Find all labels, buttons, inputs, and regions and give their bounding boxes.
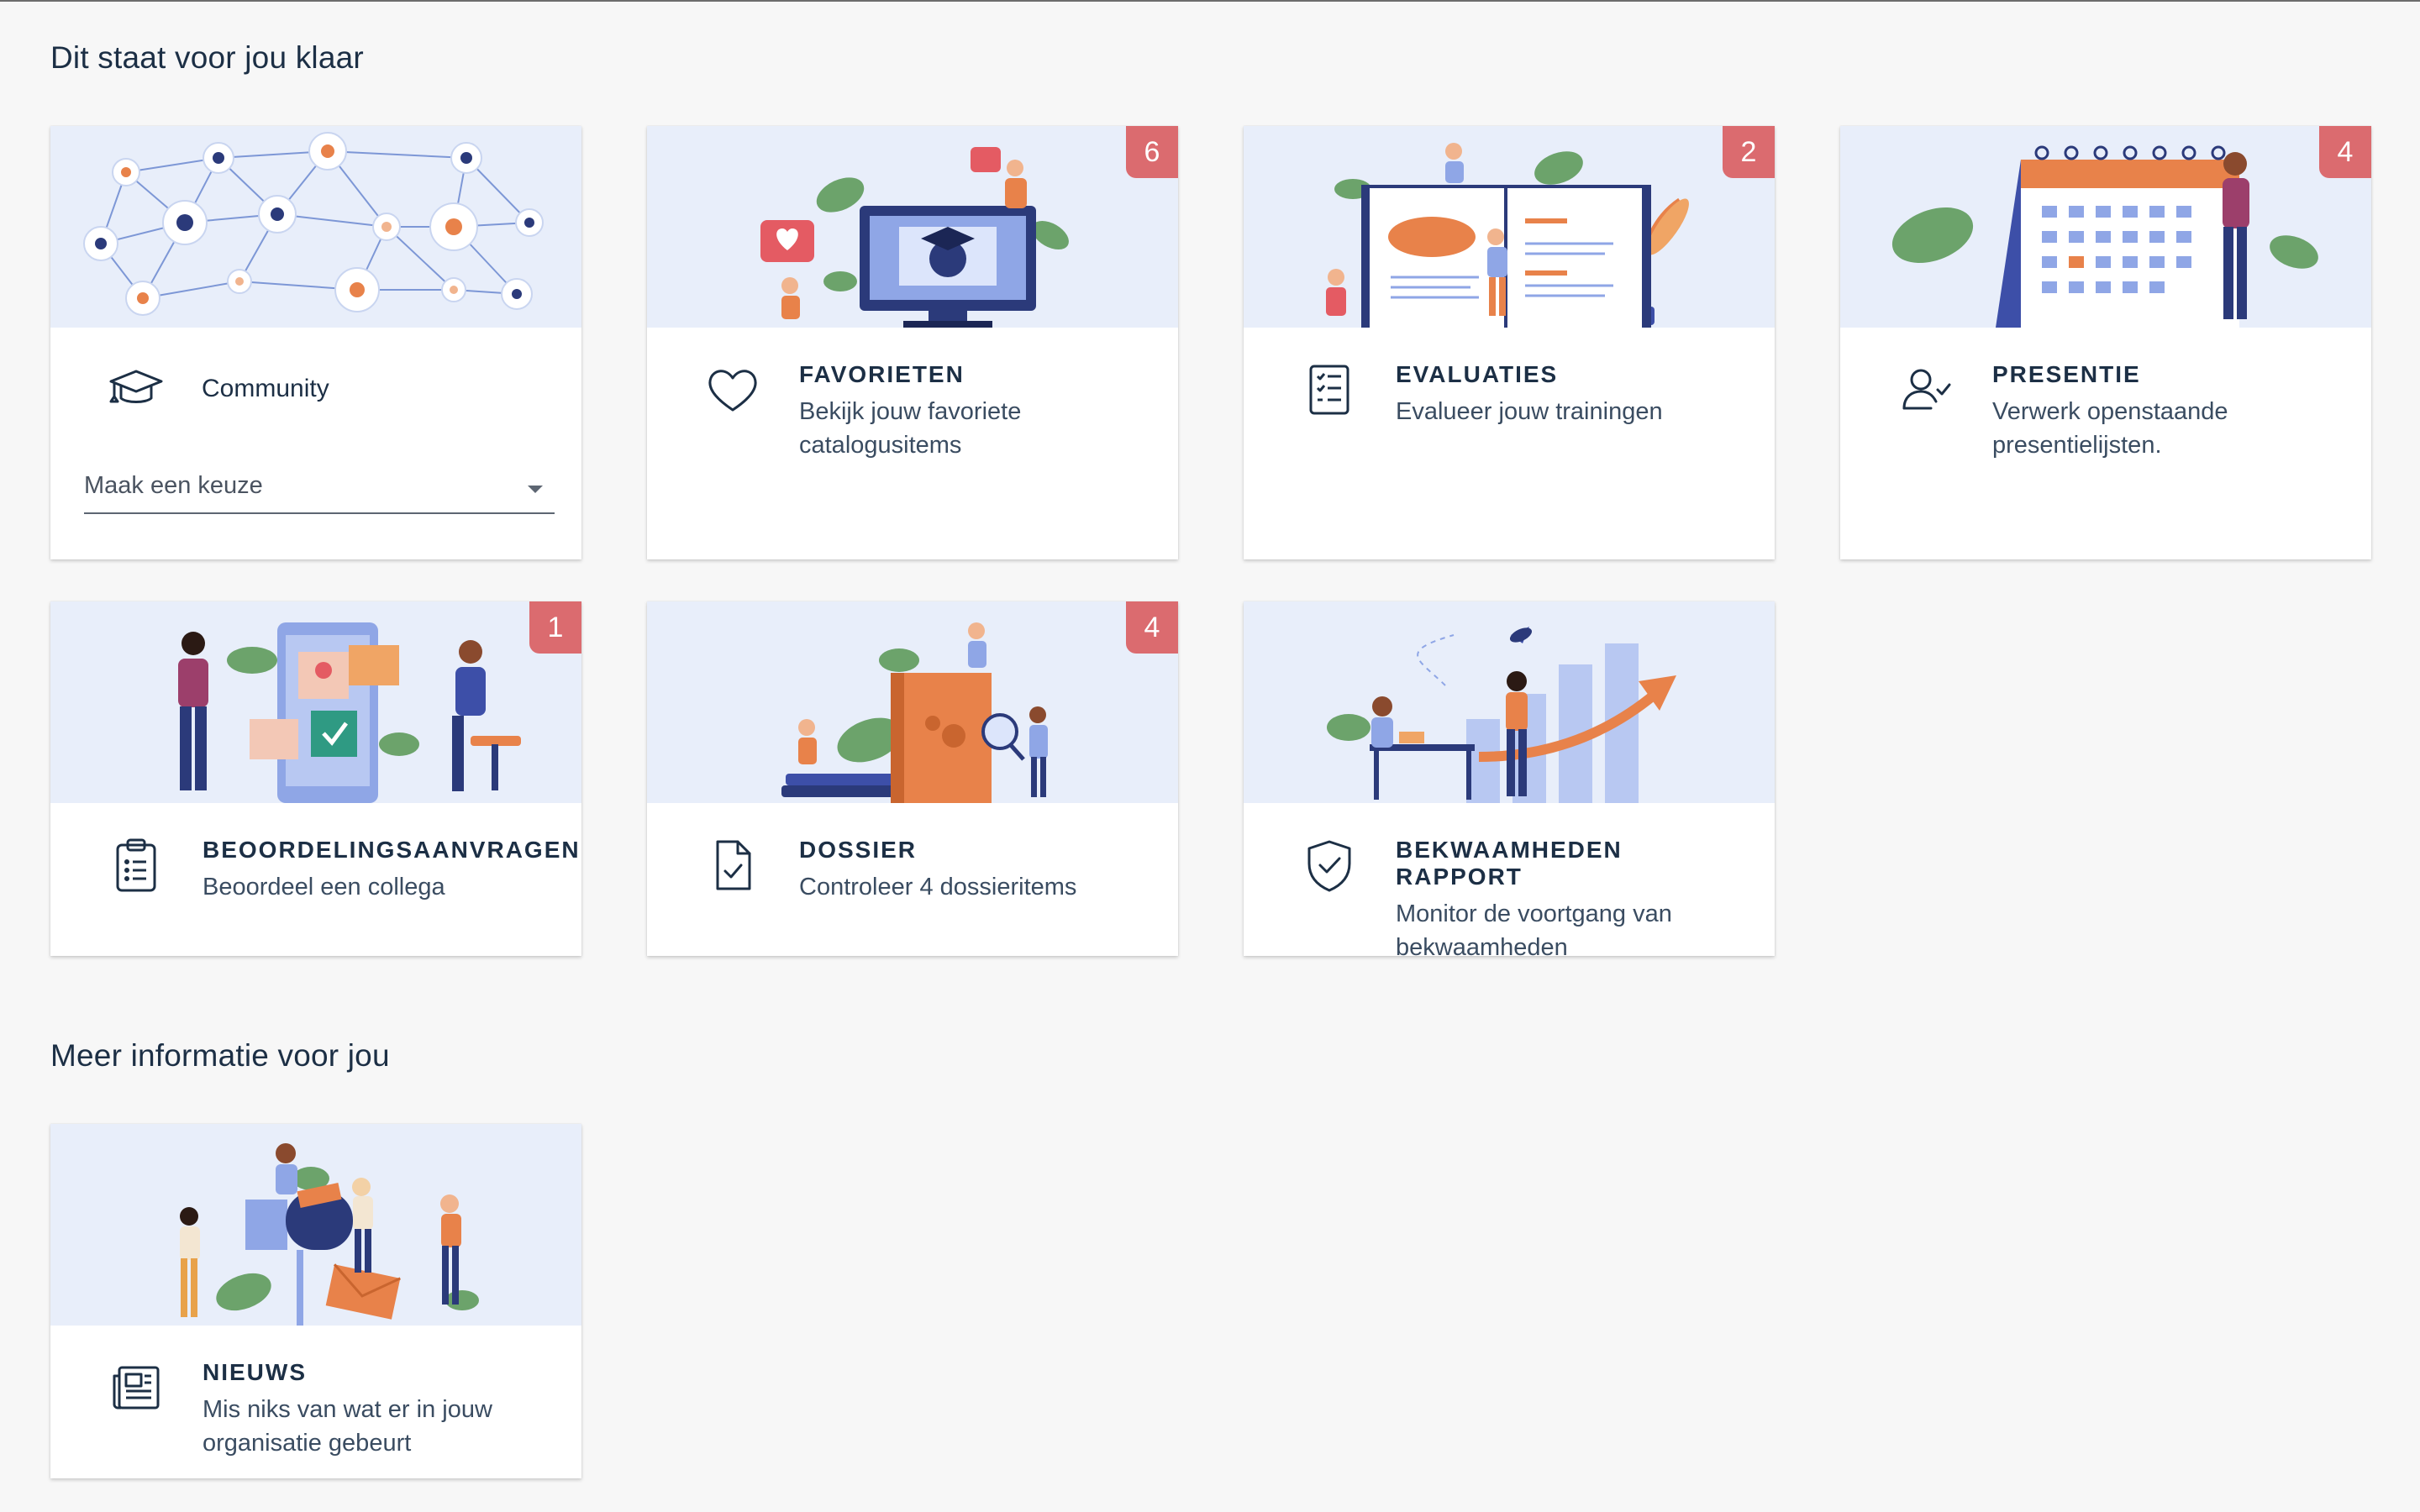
- evaluaties-text: EVALUATIES Evalueer jouw trainingen: [1396, 361, 1749, 428]
- presentie-card[interactable]: 4 PRESENTIE Verwerk openstaande presenti…: [1840, 126, 2371, 559]
- favorieten-text: FAVORIETEN Bekijk jouw favoriete catalog…: [799, 361, 1152, 462]
- newspaper-icon: [106, 1357, 166, 1418]
- community-select[interactable]: Maak een keuze: [84, 470, 555, 514]
- beoordelingsaanvragen-card[interactable]: 1 BEOORDELINGSAANVRAGEN Beoordeel een co…: [50, 601, 581, 956]
- favorieten-desc: Bekijk jouw favoriete catalogusitems: [799, 398, 1022, 459]
- dossier-illustration: [647, 601, 1178, 803]
- evaluaties-title: EVALUATIES: [1396, 361, 1559, 387]
- beoordelingsaanvragen-badge: 1: [529, 601, 581, 654]
- graduation-cap-icon: [106, 360, 166, 420]
- section-title-more: Meer informatie voor jou: [50, 1038, 390, 1073]
- dossier-text: DOSSIER Controleer 4 dossieritems: [799, 837, 1152, 904]
- beoordelingsaanvragen-desc: Beoordeel een collega: [203, 874, 445, 900]
- top-divider: [0, 0, 2420, 2]
- nieuws-illustration: [50, 1124, 581, 1326]
- community-illustration: [50, 126, 581, 328]
- dossier-badge: 4: [1126, 601, 1178, 654]
- dossier-desc: Controleer 4 dossieritems: [799, 874, 1077, 900]
- beoordelingsaanvragen-text: BEOORDELINGSAANVRAGEN Beoordeel een coll…: [203, 837, 581, 904]
- favorieten-illustration: [647, 126, 1178, 328]
- section-title-main: Dit staat voor jou klaar: [50, 40, 364, 75]
- presentie-title: PRESENTIE: [1992, 361, 2141, 387]
- evaluaties-desc: Evalueer jouw trainingen: [1396, 398, 1663, 425]
- presentie-desc: Verwerk openstaande presentielijsten.: [1992, 398, 2228, 459]
- presentie-badge: 4: [2319, 126, 2371, 178]
- nieuws-text: NIEUWS Mis niks van wat er in jouw organ…: [203, 1359, 555, 1460]
- checklist-icon: [1299, 360, 1360, 420]
- nieuws-desc: Mis niks van wat er in jouw organisatie …: [203, 1396, 492, 1457]
- community-label: Community: [202, 375, 329, 402]
- bekwaamheden-card[interactable]: BEKWAAMHEDEN RAPPORT Monitor de voortgan…: [1244, 601, 1775, 956]
- favorieten-card[interactable]: 6 FAVORIETEN Bekijk jouw favoriete catal…: [647, 126, 1178, 559]
- user-check-icon: [1896, 360, 1956, 420]
- bekwaamheden-desc: Monitor de voortgang van bekwaamheden: [1396, 900, 1672, 956]
- bekwaamheden-illustration: [1244, 601, 1775, 803]
- nieuws-title: NIEUWS: [203, 1359, 307, 1385]
- evaluaties-badge: 2: [1723, 126, 1775, 178]
- dossier-card[interactable]: 4 DOSSIER Controleer 4 dossieritems: [647, 601, 1178, 956]
- beoordelingsaanvragen-title: BEOORDELINGSAANVRAGEN: [203, 837, 581, 863]
- beoordelingsaanvragen-illustration: [50, 601, 581, 803]
- bekwaamheden-title: BEKWAAMHEDEN RAPPORT: [1396, 837, 1623, 890]
- shield-check-icon: [1299, 835, 1360, 895]
- file-check-icon: [702, 835, 763, 895]
- chevron-down-icon: [528, 486, 543, 493]
- dossier-title: DOSSIER: [799, 837, 918, 863]
- presentie-illustration: [1840, 126, 2371, 328]
- clipboard-icon: [106, 835, 166, 895]
- community-select-value: Maak een keuze: [84, 472, 263, 499]
- presentie-text: PRESENTIE Verwerk openstaande presentiel…: [1992, 361, 2345, 462]
- nieuws-card[interactable]: NIEUWS Mis niks van wat er in jouw organ…: [50, 1124, 581, 1478]
- heart-icon: [702, 360, 763, 420]
- community-card: Community Maak een keuze: [50, 126, 581, 559]
- bekwaamheden-text: BEKWAAMHEDEN RAPPORT Monitor de voortgan…: [1396, 837, 1749, 956]
- favorieten-badge: 6: [1126, 126, 1178, 178]
- favorieten-title: FAVORIETEN: [799, 361, 965, 387]
- evaluaties-illustration: [1244, 126, 1775, 328]
- evaluaties-card[interactable]: 2 EVALUATIES Evalueer jouw trainingen: [1244, 126, 1775, 559]
